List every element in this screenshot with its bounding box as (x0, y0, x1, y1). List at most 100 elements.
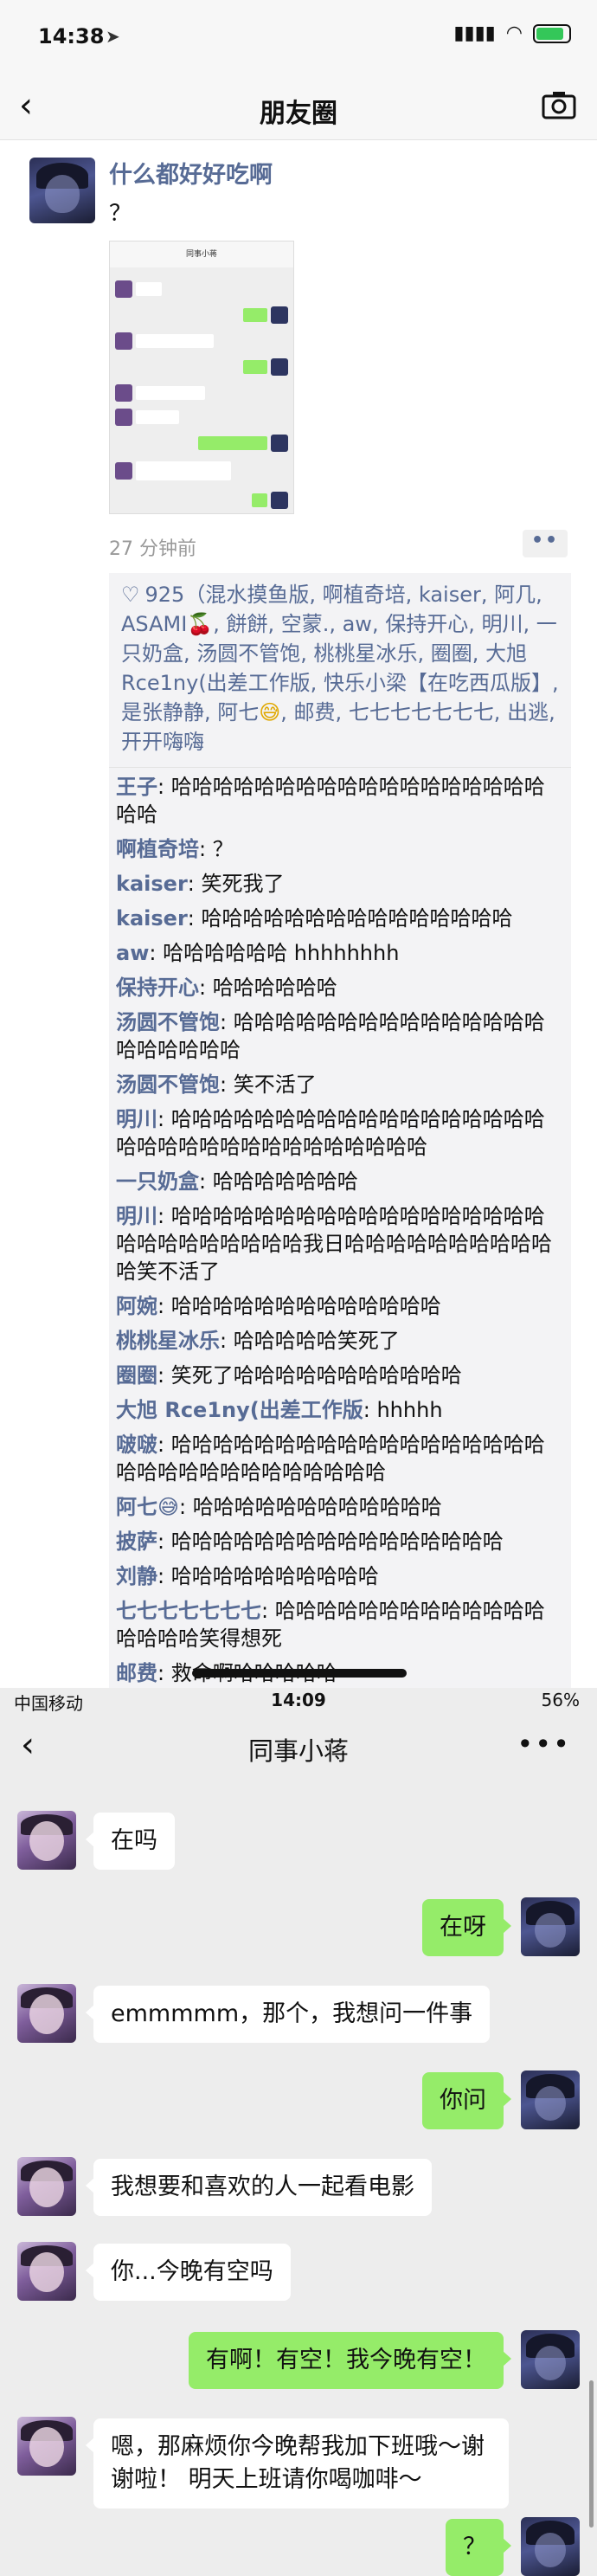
comment-item[interactable]: kaiser: 笑死我了 (116, 870, 561, 898)
contact-avatar[interactable] (17, 2157, 76, 2216)
comment-author[interactable]: 刘静 (116, 1564, 157, 1588)
comment-separator: : (199, 976, 213, 1000)
my-avatar[interactable] (521, 2070, 580, 2129)
comment-author[interactable]: kaiser (116, 872, 188, 896)
comment-item[interactable]: 明川: 哈哈哈哈哈哈哈哈哈哈哈哈哈哈哈哈哈哈哈哈哈哈哈哈哈哈哈我日哈哈哈哈哈哈哈… (116, 1202, 561, 1285)
comment-item[interactable]: 大旭 Rce1ny(出差工作版: hhhhh (116, 1396, 561, 1424)
comment-author[interactable]: 啵啵 (116, 1433, 157, 1457)
received-message[interactable]: 嗯，那麻烦你今晚帮我加下班哦～谢谢啦！ 明天上班请你喝咖啡～ (86, 2418, 509, 2508)
sent-message[interactable]: ？ (446, 2519, 511, 2576)
contact-avatar[interactable] (17, 2242, 76, 2301)
chat-status-bar: 中国移动 14:09 56% (0, 1688, 597, 1714)
comment-author[interactable]: 七七七七七七七 (116, 1599, 261, 1623)
received-message[interactable]: 在吗 (86, 1813, 175, 1870)
comment-author[interactable]: 桃桃星冰乐 (116, 1329, 220, 1353)
comment-item[interactable]: aw: 哈哈哈哈哈哈 hhhhhhhh (116, 939, 561, 967)
comment-author[interactable]: 明川 (116, 1204, 157, 1228)
received-message[interactable]: 我想要和喜欢的人一起看电影 (86, 2159, 432, 2216)
comment-separator: : (157, 1661, 171, 1685)
comment-item[interactable]: 明川: 哈哈哈哈哈哈哈哈哈哈哈哈哈哈哈哈哈哈哈哈哈哈哈哈哈哈哈哈哈哈哈哈哈 (116, 1105, 561, 1161)
comment-author[interactable]: kaiser (116, 906, 188, 931)
home-indicator (192, 1669, 407, 1678)
received-message[interactable]: 你...今晚有空吗 (86, 2244, 291, 2301)
thumb-msg (240, 306, 288, 325)
comment-author[interactable]: 明川 (116, 1107, 157, 1131)
avatar[interactable] (29, 158, 95, 223)
my-avatar[interactable] (521, 2330, 580, 2389)
comment-author[interactable]: 披萨 (116, 1530, 157, 1554)
contact-avatar[interactable] (17, 2417, 76, 2476)
comment-text: ？ (212, 837, 234, 861)
comment-item[interactable]: 阿婉: 哈哈哈哈哈哈哈哈哈哈哈哈哈 (116, 1292, 561, 1320)
thumb-msg (240, 357, 288, 377)
comment-item[interactable]: 汤圆不管饱: 哈哈哈哈哈哈哈哈哈哈哈哈哈哈哈哈哈哈哈哈哈 (116, 1008, 561, 1064)
comment-item[interactable]: 一只奶盒: 哈哈哈哈哈哈哈 (116, 1168, 561, 1195)
thumb-msg (248, 491, 288, 510)
comment-text: 哈哈哈哈哈哈哈哈哈哈哈哈哈哈哈哈哈哈哈哈哈哈哈哈哈哈哈哈哈哈哈 (116, 1433, 545, 1484)
comment-separator: : (149, 941, 164, 965)
comment-item[interactable]: 圈圈: 笑死了哈哈哈哈哈哈哈哈哈哈哈 (116, 1362, 561, 1389)
comment-text: 哈哈哈哈哈笑死了 (233, 1329, 400, 1353)
avatar-face (45, 175, 80, 213)
comment-author[interactable]: 汤圆不管饱 (116, 1072, 220, 1097)
comment-text: 哈哈哈哈哈哈哈 (212, 1169, 358, 1194)
sent-message[interactable]: 有啊！有空！我今晚有空！ (189, 2332, 511, 2389)
comment-author[interactable]: aw (116, 941, 149, 965)
sent-message[interactable]: 你问 (422, 2072, 511, 2129)
contact-avatar[interactable] (17, 1811, 76, 1870)
status-time: 14:09 (271, 1690, 326, 1710)
comment-item[interactable]: kaiser: 哈哈哈哈哈哈哈哈哈哈哈哈哈哈哈 (116, 905, 561, 932)
more-actions-button[interactable]: •• (523, 530, 568, 557)
my-avatar[interactable] (521, 2517, 580, 2576)
comment-author[interactable]: 王子 (116, 775, 157, 799)
comment-text: 笑死我了 (201, 872, 285, 896)
my-avatar[interactable] (521, 1897, 580, 1956)
thumb-msg (115, 408, 183, 427)
comment-author[interactable]: 阿七😅 (116, 1495, 179, 1519)
battery-icon (533, 23, 571, 43)
received-message[interactable]: emmmmm，那个，我想问一件事 (85, 1986, 491, 2043)
comment-item[interactable]: 啊植奇培: ？ (116, 835, 561, 863)
comment-author[interactable]: 阿婉 (116, 1294, 157, 1318)
comment-separator: : (157, 1564, 171, 1588)
comment-separator: : (157, 1294, 171, 1318)
post-author[interactable]: 什么都好好吃啊 (109, 156, 273, 190)
cherry-emoji: 🍒 (187, 612, 214, 636)
heart-icon: ♡ (121, 583, 140, 607)
avatar-face (29, 1821, 64, 1861)
comment-separator: : (157, 775, 171, 799)
battery-percent: 56% (541, 1690, 580, 1710)
sent-message[interactable]: 在呀 (422, 1899, 511, 1956)
comment-author[interactable]: 邮费 (116, 1661, 157, 1685)
thumb-msg (115, 280, 165, 299)
comment-author[interactable]: 汤圆不管饱 (116, 1010, 220, 1034)
comment-author[interactable]: 保持开心 (116, 976, 199, 1000)
contact-avatar[interactable] (17, 1984, 76, 2043)
comment-text: 哈哈哈哈哈哈哈哈哈哈哈哈 (192, 1495, 442, 1519)
comment-item[interactable]: 刘静: 哈哈哈哈哈哈哈哈哈哈 (116, 1562, 561, 1590)
comment-author[interactable]: 大旭 Rce1ny(出差工作版 (116, 1398, 363, 1422)
more-icon[interactable]: ••• (517, 1728, 571, 1761)
comment-item[interactable]: 啵啵: 哈哈哈哈哈哈哈哈哈哈哈哈哈哈哈哈哈哈哈哈哈哈哈哈哈哈哈哈哈哈哈 (116, 1431, 561, 1486)
like-count: 925 (144, 583, 185, 607)
scrollbar[interactable] (589, 2380, 594, 2528)
comment-author[interactable]: 啊植奇培 (116, 837, 199, 861)
comment-item[interactable]: 保持开心: 哈哈哈哈哈哈 (116, 974, 561, 1001)
comment-separator: : (157, 1530, 171, 1554)
comment-author[interactable]: 圈圈 (116, 1363, 157, 1388)
comment-item[interactable]: 七七七七七七七: 哈哈哈哈哈哈哈哈哈哈哈哈哈哈哈哈哈笑得想死 (116, 1597, 561, 1652)
chat-screen: 中国移动 14:09 56% ‹ 同事小蒋 ••• 在吗 在呀 emmmmm，那个，… (0, 1688, 597, 2576)
post-image[interactable]: 同事小蒋 (109, 241, 294, 514)
comment-item[interactable]: 阿七😅: 哈哈哈哈哈哈哈哈哈哈哈哈 (116, 1493, 561, 1521)
status-bar: 14:38 ➤ ▮▮▮▮ ◠ (0, 0, 597, 74)
comment-author[interactable]: 一只奶盒 (116, 1169, 199, 1194)
moments-screen: 14:38 ➤ ▮▮▮▮ ◠ ‹ 朋友圈 什么都好好吃啊 ？ 同事小蒋 27 分… (0, 0, 597, 1688)
comment-text: 笑不活了 (233, 1072, 317, 1097)
likes-list: ♡ 925（混水摸鱼版, 啊植奇培, kaiser, 阿几, ASAMI🍒, 餅餅… (109, 573, 571, 768)
comment-item[interactable]: 王子: 哈哈哈哈哈哈哈哈哈哈哈哈哈哈哈哈哈哈哈哈 (116, 773, 561, 828)
comment-item[interactable]: 披萨: 哈哈哈哈哈哈哈哈哈哈哈哈哈哈哈哈 (116, 1528, 561, 1555)
camera-icon[interactable] (542, 90, 576, 119)
comment-item[interactable]: 桃桃星冰乐: 哈哈哈哈哈笑死了 (116, 1327, 561, 1355)
comment-text: 哈哈哈哈哈哈哈哈哈哈哈哈哈哈哈哈哈哈哈哈哈哈哈哈哈哈哈我日哈哈哈哈哈哈哈哈哈哈哈… (116, 1204, 552, 1284)
comment-item[interactable]: 汤圆不管饱: 笑不活了 (116, 1071, 561, 1098)
